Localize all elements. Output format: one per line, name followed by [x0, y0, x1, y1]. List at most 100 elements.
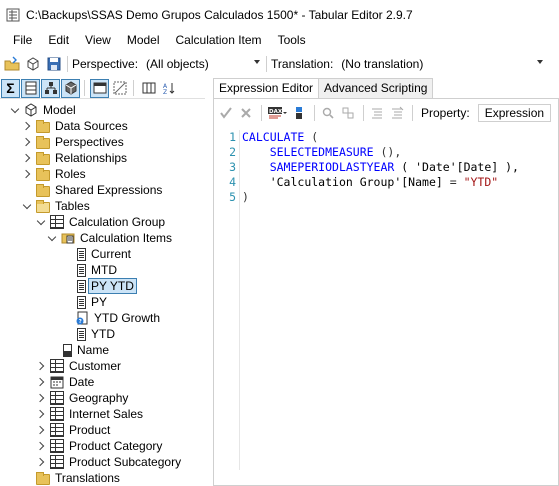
- show-partitions-icon[interactable]: [61, 78, 80, 98]
- tree-node-data-sources[interactable]: Data Sources: [22, 118, 128, 134]
- tree-node-shared-expressions[interactable]: Shared Expressions: [36, 182, 162, 198]
- folder-icon: [36, 167, 50, 181]
- tree-node-tables[interactable]: Tables: [22, 198, 90, 214]
- display-folders-icon[interactable]: [139, 79, 158, 98]
- expand-icon[interactable]: [22, 169, 32, 179]
- table-icon: [50, 407, 64, 421]
- tree-node-perspectives[interactable]: Perspectives: [22, 134, 124, 150]
- tree-node-roles[interactable]: Roles: [22, 166, 86, 182]
- operator-token: ): [242, 190, 249, 204]
- collapse-icon[interactable]: [47, 233, 57, 243]
- expand-icon[interactable]: [22, 121, 32, 131]
- tree-node-calc-item[interactable]: Current: [75, 246, 131, 262]
- tree-node-translations[interactable]: Translations: [36, 470, 120, 486]
- show-all-objects-icon[interactable]: [110, 79, 129, 98]
- find-icon[interactable]: [319, 104, 337, 122]
- tree-node-calc-item[interactable]: YTD: [75, 326, 115, 342]
- perspective-value: (All objects): [146, 57, 209, 71]
- tree-label: Internet Sales: [69, 407, 144, 421]
- tab-advanced-scripting[interactable]: Advanced Scripting: [318, 78, 434, 98]
- expand-icon[interactable]: [36, 409, 46, 419]
- line-number: 3: [229, 160, 236, 174]
- editor-pane: Expression Editor Advanced Scripting DAX: [213, 78, 559, 486]
- argument-token: ( 'Date'[Date] ),: [394, 160, 519, 174]
- uncomment-lines-icon[interactable]: [388, 104, 406, 122]
- menu-file[interactable]: File: [0, 30, 40, 50]
- open-icon[interactable]: [3, 55, 21, 73]
- menu-edit[interactable]: Edit: [40, 30, 77, 50]
- tree-label: Model: [43, 103, 76, 117]
- line-number: 5: [229, 190, 236, 204]
- tree-node-table[interactable]: Product: [36, 422, 110, 438]
- tree-node-calc-item[interactable]: MTD: [75, 262, 117, 278]
- tree-node-model[interactable]: Model: [10, 102, 76, 118]
- expand-icon[interactable]: [36, 361, 46, 371]
- collapse-icon[interactable]: [36, 217, 46, 227]
- table-icon: [50, 359, 64, 373]
- expand-icon[interactable]: [36, 425, 46, 435]
- tree-node-calc-item-selected[interactable]: PY YTD: [75, 278, 137, 294]
- expand-icon[interactable]: [36, 377, 46, 387]
- tree-node-calc-item[interactable]: ? YTD Growth: [75, 310, 160, 326]
- model-cube-icon: [24, 103, 38, 117]
- dax-format-icon[interactable]: DAX: [266, 104, 288, 122]
- tree-label: Perspectives: [55, 135, 124, 149]
- accept-checkmark-icon[interactable]: [217, 104, 235, 122]
- cancel-x-icon[interactable]: [237, 104, 255, 122]
- show-hidden-icon[interactable]: [90, 78, 109, 98]
- expand-icon[interactable]: [36, 457, 46, 467]
- tree-label: Product: [69, 423, 111, 437]
- tree-node-table[interactable]: Product Subcategory: [36, 454, 181, 470]
- tree-node-table[interactable]: Product Category: [36, 438, 162, 454]
- replace-icon[interactable]: [339, 104, 357, 122]
- show-hierarchies-icon[interactable]: [41, 78, 60, 98]
- translation-dropdown[interactable]: (No translation): [339, 55, 545, 73]
- editor-tabs: Expression Editor Advanced Scripting: [213, 78, 434, 99]
- insert-column-icon[interactable]: [290, 104, 308, 122]
- code-line: SELECTEDMEASURE (),: [242, 145, 519, 160]
- code-editor[interactable]: 1 2 3 4 5 CALCULATE ( SELECTEDMEASURE ()…: [218, 130, 558, 470]
- perspective-dropdown[interactable]: (All objects): [144, 55, 262, 73]
- menu-tools[interactable]: Tools: [270, 30, 314, 50]
- show-columns-icon[interactable]: [21, 78, 40, 98]
- expand-icon[interactable]: [36, 441, 46, 451]
- menu-model[interactable]: Model: [119, 30, 168, 50]
- tab-expression-editor[interactable]: Expression Editor: [213, 78, 320, 99]
- expression-editor-frame: DAX Property: Expression 1 2 3 4 5 CALCU…: [213, 98, 559, 486]
- collapse-icon[interactable]: [22, 201, 32, 211]
- save-icon[interactable]: [45, 55, 63, 73]
- tree-label: PY YTD: [88, 278, 137, 294]
- calculation-group-table-icon: [50, 215, 64, 229]
- expand-icon[interactable]: [36, 393, 46, 403]
- collapse-icon[interactable]: [10, 105, 20, 115]
- comment-lines-icon[interactable]: [368, 104, 386, 122]
- show-measures-icon[interactable]: Σ: [1, 78, 20, 98]
- tree-node-table[interactable]: Internet Sales: [36, 406, 143, 422]
- folder-open-icon: [36, 199, 50, 213]
- menu-view[interactable]: View: [77, 30, 119, 50]
- property-dropdown[interactable]: Expression: [477, 104, 552, 122]
- expand-icon[interactable]: [22, 137, 32, 147]
- function-token: SELECTEDMEASURE: [269, 145, 374, 159]
- column-reference-token: 'Calculation Group'[Name]: [269, 175, 443, 189]
- sort-alphabetical-icon[interactable]: AZ: [159, 79, 178, 98]
- tree-node-relationships[interactable]: Relationships: [22, 150, 127, 166]
- tree-node-name-column[interactable]: Name: [61, 342, 109, 358]
- tree-node-calculation-group[interactable]: Calculation Group: [36, 214, 165, 230]
- chevron-down-icon: [537, 60, 544, 64]
- toolbar-separator: [261, 105, 262, 121]
- perspective-label: Perspective:: [72, 57, 139, 71]
- deploy-icon[interactable]: [24, 55, 42, 73]
- tree-node-calc-item[interactable]: PY: [75, 294, 107, 310]
- tree-node-table[interactable]: Date: [36, 374, 94, 390]
- menu-calculation-item[interactable]: Calculation Item: [168, 30, 270, 50]
- column-icon: [63, 343, 72, 357]
- tree-node-table[interactable]: Customer: [36, 358, 121, 374]
- svg-text:Z: Z: [163, 89, 167, 95]
- tree-node-calculation-items[interactable]: Calculation Items: [47, 230, 172, 246]
- expand-icon[interactable]: [22, 153, 32, 163]
- code-lines: CALCULATE ( SELECTEDMEASURE (), SAMEPERI…: [242, 130, 519, 205]
- tree-node-table[interactable]: Geography: [36, 390, 128, 406]
